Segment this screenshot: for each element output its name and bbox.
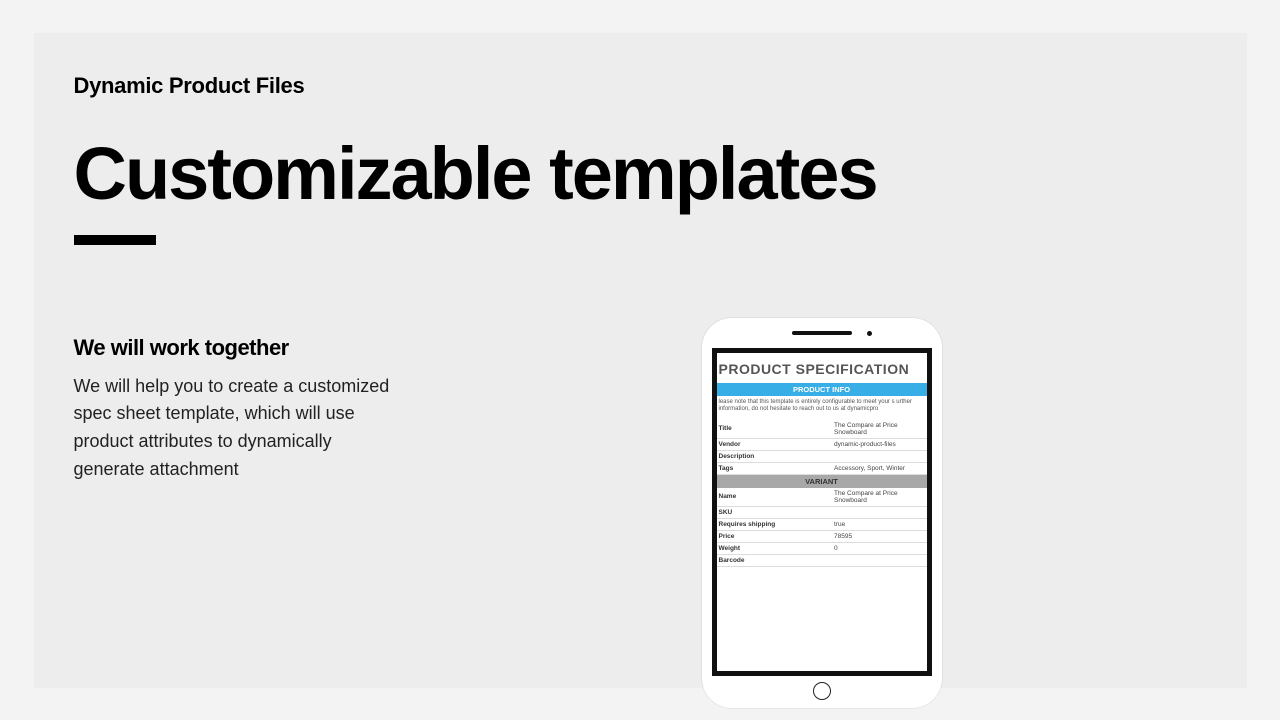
phone-mockup: PRODUCT SPECIFICATION PRODUCT INFO lease… [702,318,942,708]
section-product-info: PRODUCT INFO [717,383,927,396]
row-value: 78595 [832,530,927,542]
row-value: true [832,518,927,530]
body-block: We will work together We will help you t… [74,335,404,485]
spec-note: lease note that this template is entirel… [717,396,927,420]
phone-camera [867,331,872,336]
table-row: Price78595 [717,530,927,542]
table-row: TitleThe Compare at Price Snowboard [717,420,927,439]
row-label: Weight [717,542,833,554]
slide-card: Dynamic Product Files Customizable templ… [34,33,1247,688]
phone-screen: PRODUCT SPECIFICATION PRODUCT INFO lease… [712,348,932,676]
row-value: The Compare at Price Snowboard [832,420,927,439]
row-label: SKU [717,506,833,518]
phone-home-button [813,682,831,700]
row-label: Requires shipping [717,518,833,530]
row-label: Title [717,420,833,439]
table-row: Description [717,450,927,462]
row-label: Vendor [717,438,833,450]
row-value: dynamic-product-files [832,438,927,450]
product-info-table: TitleThe Compare at Price SnowboardVendo… [717,420,927,475]
row-label: Price [717,530,833,542]
table-row: Barcode [717,554,927,566]
headline-underline [74,235,156,245]
table-row: TagsAccessory, Sport, Winter [717,462,927,474]
table-row: Vendordynamic-product-files [717,438,927,450]
row-value: The Compare at Price Snowboard [832,488,927,507]
table-row: Weight0 [717,542,927,554]
table-row: NameThe Compare at Price Snowboard [717,488,927,507]
section-variant: VARIANT [717,475,927,488]
row-label: Name [717,488,833,507]
table-row: SKU [717,506,927,518]
table-row: Requires shippingtrue [717,518,927,530]
row-value [832,506,927,518]
brand-name: Dynamic Product Files [74,73,1207,99]
variant-table: NameThe Compare at Price SnowboardSKUReq… [717,488,927,567]
row-value: Accessory, Sport, Winter [832,462,927,474]
body-text: We will help you to create a customized … [74,373,404,485]
row-value: 0 [832,542,927,554]
row-label: Barcode [717,554,833,566]
row-value [832,554,927,566]
phone-speaker [792,331,852,335]
row-value [832,450,927,462]
subheading: We will work together [74,335,404,361]
row-label: Description [717,450,833,462]
row-label: Tags [717,462,833,474]
spec-doc-title: PRODUCT SPECIFICATION [717,353,927,383]
headline: Customizable templates [74,137,1207,211]
